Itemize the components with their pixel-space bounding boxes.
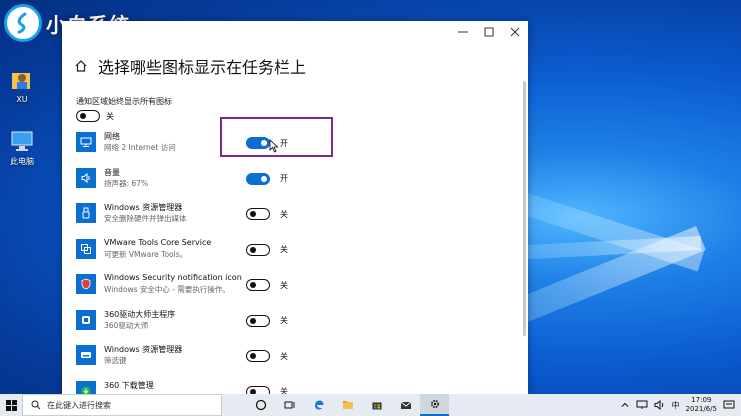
item-name: 音量: [104, 167, 120, 177]
driver-toggle[interactable]: [246, 314, 270, 327]
list-item: Windows Security notification icon Windo…: [76, 270, 516, 306]
item-name: Windows 资源管理器: [104, 203, 183, 212]
list-item: VMware Tools Core Service 可更新 VMware Too…: [76, 235, 516, 271]
list-item: Windows 资源管理器 安全删除硬件并弹出媒体 关: [76, 199, 516, 235]
volume-tray-icon[interactable]: [654, 400, 666, 410]
toggle-state: 关: [280, 387, 288, 394]
task-view-button[interactable]: [275, 394, 304, 416]
title-bar: [62, 21, 528, 43]
windows-logo-icon: [5, 399, 17, 411]
list-item: 音量 扬声器: 67% 开: [76, 164, 516, 200]
taskbar-apps: [246, 394, 449, 416]
taskbar: 在此键入进行搜索 中 17:09 2021/6/5: [0, 394, 741, 416]
file-explorer-button[interactable]: [333, 394, 362, 416]
driver-icon: [76, 309, 96, 330]
network-icon: [76, 132, 96, 152]
explorer-usb-toggle[interactable]: [246, 208, 270, 220]
mail-button[interactable]: [391, 394, 420, 416]
edge-icon: [314, 400, 323, 410]
toggle-state: 关: [280, 245, 288, 254]
item-description: 筛选键: [104, 356, 127, 365]
clock-time: 17:09: [691, 396, 712, 404]
always-show-setting: 关: [76, 110, 114, 122]
item-description: 扬声器: 67%: [104, 178, 149, 188]
toggle-state: 开: [280, 174, 288, 183]
list-item: 360驱动大师主程序 360驱动大师 关: [76, 306, 516, 342]
item-name: 360驱动大师主程序: [104, 309, 176, 319]
item-name: 网络: [104, 132, 120, 141]
vmware-icon: [76, 238, 96, 259]
close-icon: [510, 27, 520, 37]
scrollbar[interactable]: [523, 81, 526, 336]
desktop-icon-label: 此电脑: [10, 157, 34, 166]
item-name: VMware Tools Core Service: [104, 237, 212, 247]
volume-toggle[interactable]: [246, 172, 270, 185]
item-description: Windows 安全中心 - 需要执行操作。: [104, 285, 230, 294]
home-icon[interactable]: [74, 59, 88, 73]
minimize-icon: [458, 31, 468, 33]
task-view-icon: [284, 401, 294, 409]
settings-window: 选择哪些图标显示在任务栏上 通知区域始终显示所有图标 关 网络 网络 2 Int…: [62, 21, 528, 394]
clock[interactable]: 17:09 2021/6/5: [686, 396, 717, 414]
notification-icon-list: 网络 网络 2 Internet 访问 开 音量 扬声器: 67% 开 Wind…: [76, 128, 516, 394]
security-toggle[interactable]: [246, 279, 270, 291]
user-folder-icon: [12, 73, 30, 89]
notification-icon[interactable]: [723, 400, 735, 410]
list-item: Windows 资源管理器 筛选键 关: [76, 341, 516, 377]
keyboard-icon: [76, 345, 96, 365]
item-description: 360驱动大师: [104, 320, 149, 330]
volume-icon: [76, 167, 96, 188]
search-icon: [31, 400, 41, 410]
folder-icon: [342, 401, 353, 409]
usb-icon: [76, 203, 96, 223]
list-item: 360 下载管理 关: [76, 377, 516, 394]
brand-logo-icon: [4, 4, 42, 42]
desktop-icon-user[interactable]: XU: [4, 67, 40, 104]
always-show-label: 通知区域始终显示所有图标: [76, 97, 172, 106]
start-button[interactable]: [0, 394, 22, 416]
toggle-state: 关: [280, 209, 288, 219]
page-title: 选择哪些图标显示在任务栏上: [98, 58, 307, 77]
always-show-toggle[interactable]: [76, 110, 100, 122]
cortana-button[interactable]: [246, 394, 275, 416]
download-manager-toggle[interactable]: [246, 385, 270, 394]
page-header: 选择哪些图标显示在任务栏上: [74, 54, 306, 78]
filter-keys-toggle[interactable]: [246, 350, 270, 362]
item-description: 安全删除硬件并弹出媒体: [104, 214, 187, 223]
item-name: Windows Security notification icon: [104, 273, 242, 282]
toggle-state: 关: [280, 351, 288, 361]
item-name: Windows 资源管理器: [104, 345, 183, 354]
store-icon: [372, 402, 381, 410]
maximize-icon: [484, 27, 494, 37]
taskbar-search[interactable]: 在此键入进行搜索: [22, 394, 222, 416]
minimize-button[interactable]: [450, 21, 476, 43]
close-button[interactable]: [502, 21, 528, 43]
download-icon: [76, 380, 96, 394]
desktop-icon-this-pc[interactable]: 此电脑: [4, 128, 40, 167]
settings-button[interactable]: [420, 394, 449, 416]
toggle-state: 关: [106, 111, 114, 121]
search-placeholder: 在此键入进行搜索: [47, 400, 111, 410]
clock-date: 2021/6/5: [685, 405, 717, 413]
computer-icon: [11, 131, 33, 151]
gear-icon: [430, 399, 439, 409]
ime-indicator[interactable]: 中: [672, 400, 680, 411]
shield-icon: [76, 274, 96, 294]
mouse-cursor-icon: [269, 139, 279, 153]
system-tray: 中 17:09 2021/6/5: [620, 394, 741, 416]
toggle-state: 关: [280, 280, 288, 290]
edge-button[interactable]: [304, 394, 333, 416]
toggle-state: 关: [280, 316, 288, 325]
chevron-up-icon[interactable]: [620, 400, 630, 410]
item-description: 网络 2 Internet 访问: [104, 143, 176, 152]
mail-icon: [400, 401, 411, 409]
network-tray-icon[interactable]: [636, 400, 648, 410]
item-name: 360 下载管理: [104, 380, 154, 390]
cortana-icon: [255, 399, 266, 411]
item-description: 可更新 VMware Tools。: [104, 249, 188, 259]
desktop-icon-label: XU: [16, 95, 28, 104]
maximize-button[interactable]: [476, 21, 502, 43]
vmware-toggle[interactable]: [246, 243, 270, 256]
store-button[interactable]: [362, 394, 391, 416]
